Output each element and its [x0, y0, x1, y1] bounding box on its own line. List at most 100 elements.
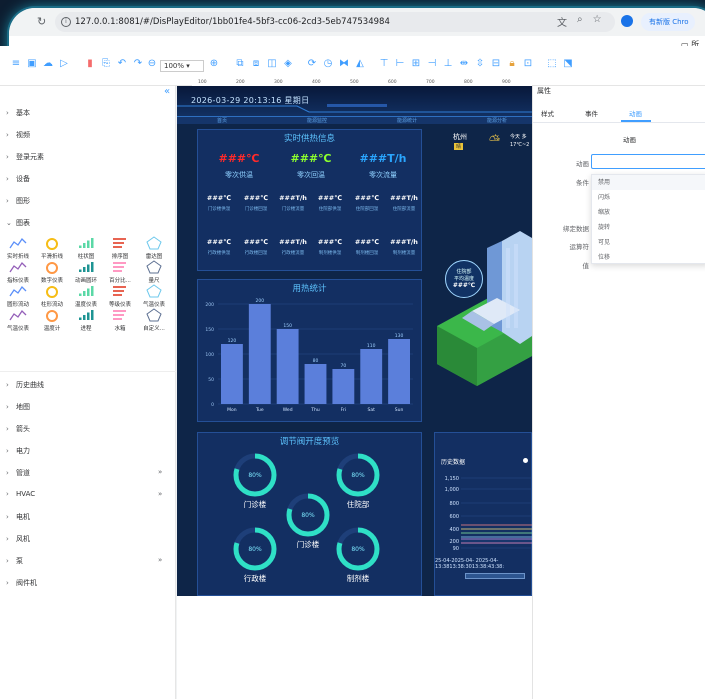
align-top-icon[interactable]: ⊤: [378, 58, 390, 70]
component-item[interactable]: 等级仪表: [106, 284, 134, 308]
translate-icon[interactable]: 文: [557, 14, 567, 29]
dashboard-tab[interactable]: 能源统计: [397, 117, 417, 124]
profile-avatar-icon[interactable]: [621, 15, 633, 27]
component-item[interactable]: 柱状图: [72, 236, 100, 260]
tab-event[interactable]: 事件: [585, 108, 598, 118]
component-item[interactable]: 百分比...: [106, 260, 134, 284]
dropdown-option[interactable]: 可见: [592, 235, 705, 250]
component-item[interactable]: 排序图: [106, 236, 134, 260]
flip-v-icon[interactable]: ◭: [354, 58, 366, 70]
cloud-icon[interactable]: ☁: [42, 58, 54, 70]
align-left-icon[interactable]: ⊢: [394, 58, 406, 70]
zoom-icon[interactable]: ⌕: [577, 14, 583, 29]
design-canvas[interactable]: 2026-03-29 20:13:16 星期日 首页 能源监控 能源统计 能源分析 实…: [177, 86, 533, 596]
nav-group[interactable]: › 风机: [6, 534, 30, 544]
dashboard-tab[interactable]: 能源监控: [307, 117, 327, 124]
nav-group[interactable]: › 地图: [6, 402, 30, 412]
tab-animation[interactable]: 动画: [629, 108, 642, 118]
redo-icon[interactable]: ↷: [132, 58, 144, 70]
unlock-icon[interactable]: ⊡: [522, 58, 534, 70]
canvas-empty-area[interactable]: [177, 596, 532, 699]
component-item[interactable]: 实时折线: [4, 236, 32, 260]
dropdown-option[interactable]: 缩放: [592, 205, 705, 220]
nav-group[interactable]: › 基本: [6, 108, 30, 118]
nav-group[interactable]: › 登录元素: [6, 152, 44, 162]
grid-icon[interactable]: ⊟: [490, 58, 502, 70]
nav-group[interactable]: › 箭头: [6, 424, 30, 434]
nav-group[interactable]: › 电力: [6, 446, 30, 456]
component-item[interactable]: 温度仪表: [72, 284, 100, 308]
component-item[interactable]: 指标仪表: [4, 260, 32, 284]
reload-icon[interactable]: ↻: [37, 15, 46, 28]
double-chevron-icon[interactable]: »: [158, 468, 162, 476]
history-scrollbar[interactable]: [465, 573, 525, 579]
layer-down-icon[interactable]: ⧈: [250, 58, 262, 70]
url-field[interactable]: i 127.0.0.1:8081/#/DisPlayEditor/1bb01fe…: [55, 12, 615, 32]
dropdown-option[interactable]: 禁用: [592, 175, 705, 190]
component-item[interactable]: 平滑折线: [38, 236, 66, 260]
nav-group[interactable]: › 设备: [6, 174, 30, 184]
animation-select[interactable]: [591, 154, 705, 169]
today-text: 今天 多: [510, 134, 527, 140]
zoom-out-icon[interactable]: ⊖: [146, 58, 158, 70]
component-item[interactable]: 圆形流动: [4, 284, 32, 308]
component-item[interactable]: 雷达图: [140, 236, 168, 260]
component-item[interactable]: 动画圆环: [72, 260, 100, 284]
history-icon[interactable]: ◷: [322, 58, 334, 70]
component-item[interactable]: 自定义...: [140, 308, 168, 332]
undo-icon[interactable]: ↶: [116, 58, 128, 70]
component-item[interactable]: 水箱: [106, 308, 134, 332]
layers-icon[interactable]: ◈: [282, 58, 294, 70]
dropdown-option[interactable]: 位移: [592, 250, 705, 265]
nav-group[interactable]: › 管道 »: [6, 468, 162, 478]
nav-group[interactable]: › 阀件机: [6, 578, 37, 588]
double-chevron-icon[interactable]: »: [158, 556, 162, 564]
bookmark-star-icon[interactable]: ☆: [593, 14, 602, 29]
layer-up-icon[interactable]: ⧉: [234, 58, 246, 70]
component-item[interactable]: 气温仪表: [4, 308, 32, 332]
nav-group[interactable]: › 视频: [6, 130, 30, 140]
x-tick-label: Sat: [368, 407, 376, 413]
tab-style[interactable]: 样式: [541, 108, 554, 118]
align-center-icon[interactable]: ⊞: [410, 58, 422, 70]
collapse-icon[interactable]: «: [164, 86, 170, 97]
double-chevron-icon[interactable]: »: [158, 490, 162, 498]
component-item[interactable]: 量尺: [140, 260, 168, 284]
metric-cell: ###℃ 住院部回温: [348, 194, 386, 212]
dashboard-tab[interactable]: 首页: [217, 117, 227, 124]
rotate-icon[interactable]: ⟳: [306, 58, 318, 70]
export-icon[interactable]: ⬔: [562, 58, 574, 70]
component-item[interactable]: 温度计: [38, 308, 66, 332]
import-icon[interactable]: ⬚: [546, 58, 558, 70]
align-right-icon[interactable]: ⊣: [426, 58, 438, 70]
distribute-v-icon[interactable]: ⇳: [474, 58, 486, 70]
nav-group[interactable]: › 电机: [6, 512, 30, 522]
nav-group[interactable]: › 泵 »: [6, 556, 162, 566]
component-item[interactable]: 柱形流动: [38, 284, 66, 308]
component-item[interactable]: 气温仪表: [140, 284, 168, 308]
nav-group[interactable]: › 图形: [6, 196, 30, 206]
dropdown-option[interactable]: 旋转: [592, 220, 705, 235]
nav-group-open[interactable]: ⌄ 图表: [6, 218, 30, 228]
distribute-h-icon[interactable]: ⇹: [458, 58, 470, 70]
copy-icon[interactable]: ⎘: [100, 58, 112, 70]
align-icon[interactable]: ≡: [10, 58, 22, 70]
nav-group[interactable]: › HVAC »: [6, 490, 162, 498]
component-item[interactable]: 数字仪表: [38, 260, 66, 284]
x-tick-label: Fri: [341, 407, 346, 413]
preview-icon[interactable]: ▷: [58, 58, 70, 70]
group-icon[interactable]: ◫: [266, 58, 278, 70]
nav-group[interactable]: › 历史曲线: [6, 380, 44, 390]
save-icon[interactable]: ▣: [26, 58, 38, 70]
site-info-icon[interactable]: i: [61, 17, 71, 27]
dropdown-option[interactable]: 闪烁: [592, 190, 705, 205]
lock-icon[interactable]: 🔒︎: [506, 58, 518, 70]
new-version-button[interactable]: 有新版 Chro: [641, 13, 695, 31]
delete-icon[interactable]: ▮: [84, 58, 96, 70]
flip-h-icon[interactable]: ⧓: [338, 58, 350, 70]
zoom-in-icon[interactable]: ⊕: [208, 58, 220, 70]
component-item[interactable]: 进程: [72, 308, 100, 332]
align-bottom-icon[interactable]: ⊥: [442, 58, 454, 70]
zoom-select[interactable]: 100% ▾: [160, 60, 204, 72]
dashboard-tab[interactable]: 能源分析: [487, 117, 507, 124]
